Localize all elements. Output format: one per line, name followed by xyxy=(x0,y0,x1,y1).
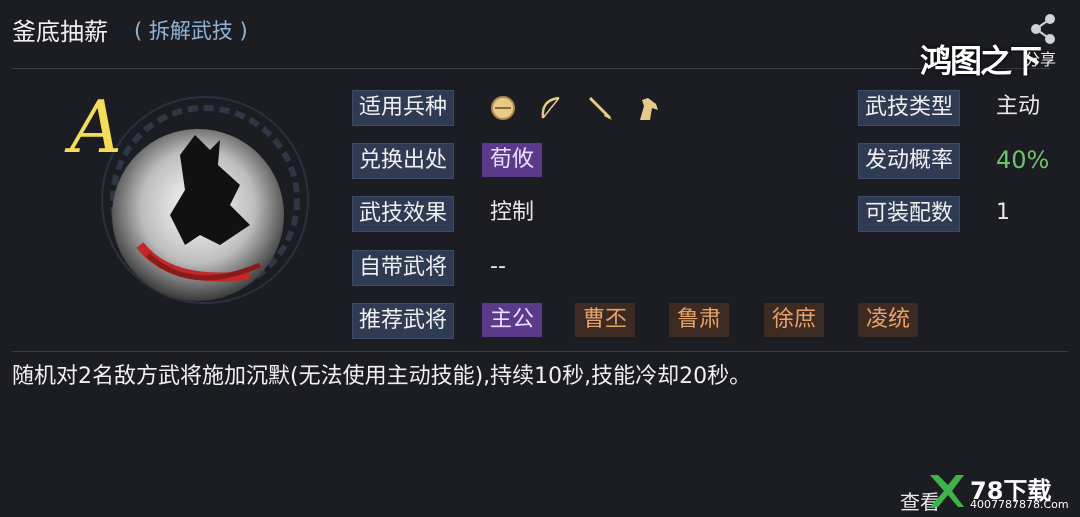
spear-icon xyxy=(588,96,612,120)
description-divider xyxy=(12,351,1068,352)
shield-icon xyxy=(491,96,515,120)
equip-count-value: 1 xyxy=(996,200,1010,225)
share-button[interactable]: 分享 xyxy=(1014,12,1066,74)
watermark-sub: 4007787878.Com xyxy=(970,498,1069,511)
recommended-label: 推荐武将 xyxy=(352,303,455,339)
recommended-general[interactable]: 曹丕 xyxy=(575,303,636,337)
skill-grade: A xyxy=(70,85,122,169)
skill-type-value: 主动 xyxy=(996,94,1041,119)
share-label: 分享 xyxy=(1023,50,1056,69)
effect-value: 控制 xyxy=(490,200,535,225)
exchange-source-value[interactable]: 荀攸 xyxy=(482,143,543,177)
effect-label: 武技效果 xyxy=(352,196,455,232)
unit-types-label: 适用兵种 xyxy=(352,90,455,126)
skill-title: 釜底抽薪 xyxy=(12,18,108,46)
horse-icon xyxy=(640,98,658,120)
recommended-general[interactable]: 主公 xyxy=(482,303,543,337)
exchange-source-label: 兑换出处 xyxy=(352,143,455,179)
equip-count-label: 可装配数 xyxy=(858,196,961,232)
share-icon xyxy=(1031,14,1055,44)
recommended-general[interactable]: 鲁肃 xyxy=(669,303,730,337)
skill-description: 随机对2名敌方武将施加沉默(无法使用主动技能),持续10秒,技能冷却20秒。 xyxy=(12,364,752,389)
trigger-rate-value: 40% xyxy=(996,146,1050,174)
recommended-general[interactable]: 凌统 xyxy=(858,303,919,337)
own-general-label: 自带武将 xyxy=(352,250,455,286)
skill-subtitle: ( 拆解武技 ) xyxy=(134,19,248,43)
header-divider xyxy=(12,68,1050,69)
watermark-logo-icon xyxy=(930,475,964,507)
skill-portrait-icon xyxy=(101,96,309,304)
watermark: 78下载 4007787878.Com xyxy=(926,471,1072,511)
own-general-value: -- xyxy=(490,254,506,279)
bow-icon xyxy=(541,96,560,119)
skill-type-label: 武技类型 xyxy=(858,90,961,126)
trigger-rate-label: 发动概率 xyxy=(858,143,961,179)
recommended-general[interactable]: 徐庶 xyxy=(764,303,825,337)
